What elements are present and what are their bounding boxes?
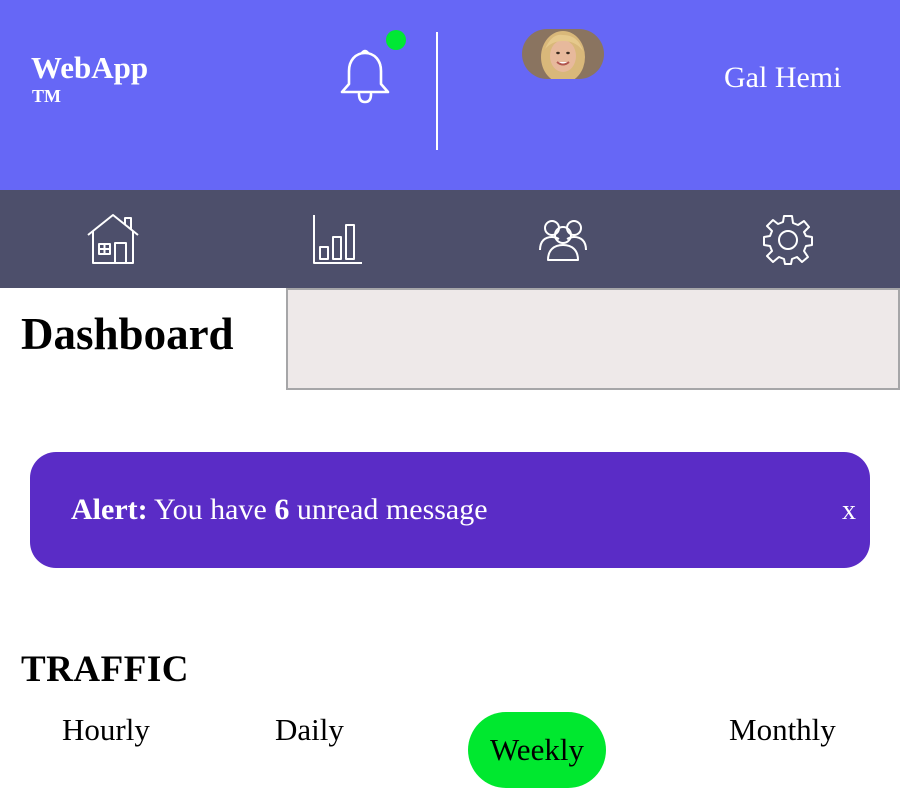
- alert-label: Alert:: [71, 493, 148, 526]
- alert-banner: Alert: You have 6 unread message x: [30, 452, 870, 568]
- bell-icon[interactable]: [338, 48, 392, 106]
- header-divider: [436, 32, 438, 150]
- traffic-title: TRAFFIC: [21, 649, 189, 690]
- alert-close-button[interactable]: x: [842, 494, 856, 528]
- users-icon: [538, 220, 587, 261]
- alert-text-before: You have: [154, 493, 267, 526]
- main-nav: [0, 190, 900, 288]
- user-name[interactable]: Gal Hemi: [724, 60, 841, 96]
- alert-message: Alert: You have 6 unread message: [71, 492, 488, 528]
- alert-text-after: unread message: [296, 493, 488, 526]
- brand-trademark: TM: [32, 86, 61, 106]
- bar-chart-icon: [312, 215, 362, 264]
- nav-item-home[interactable]: [0, 190, 225, 288]
- nav-item-settings[interactable]: [675, 190, 900, 288]
- tab-hourly[interactable]: Hourly: [62, 712, 150, 748]
- alert-count: 6: [274, 493, 290, 526]
- brand-name: WebApp: [31, 50, 149, 85]
- nav-item-members[interactable]: [450, 190, 675, 288]
- gear-icon: [762, 215, 813, 265]
- brand-logo[interactable]: WebApp TM: [31, 50, 148, 106]
- user-avatar[interactable]: [522, 29, 604, 79]
- tab-weekly[interactable]: Weekly: [468, 712, 606, 788]
- notification-dot: [386, 30, 406, 50]
- search-input[interactable]: [286, 288, 900, 390]
- nav-item-statistics[interactable]: [225, 190, 450, 288]
- house-icon: [86, 214, 139, 264]
- app-header: WebApp TM Gal Hemi: [0, 0, 900, 190]
- tab-monthly[interactable]: Monthly: [729, 712, 836, 748]
- page-title: Dashboard: [21, 309, 234, 359]
- tab-daily[interactable]: Daily: [275, 712, 344, 748]
